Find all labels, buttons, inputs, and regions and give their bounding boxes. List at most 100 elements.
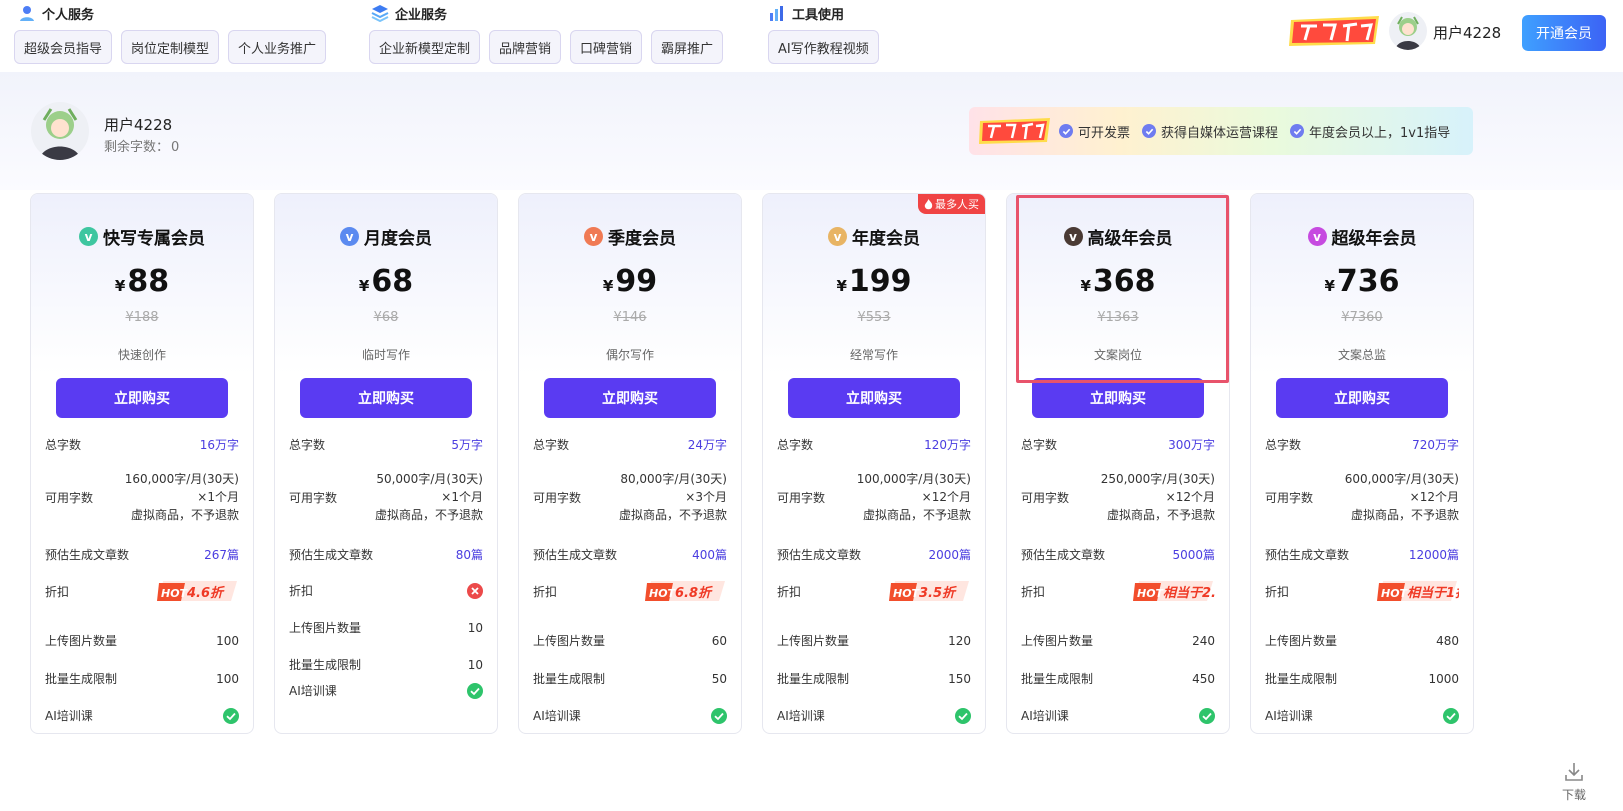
top-username[interactable]: 用户4228 — [1433, 22, 1501, 43]
row-batch: 批量生成限制 10 — [289, 656, 483, 673]
row-usable-words: 可用字数 50,000字/月(30天) ×1个月 虚拟商品，不予退款 — [289, 470, 483, 524]
row-images: 上传图片数量 480 — [1265, 632, 1459, 649]
plan-title: v 月度会员 — [275, 224, 497, 249]
row-discount: 折扣 — [289, 582, 483, 599]
row-articles: 预估生成文章数 5000篇 — [1021, 546, 1215, 563]
plan-price-value: 368 — [1092, 264, 1156, 299]
plan-usage: 临时写作 — [361, 348, 410, 362]
buy-now-button[interactable]: 立即购买 — [56, 378, 228, 418]
no-refund-note: 虚拟商品，不予退款 — [374, 508, 483, 522]
user-name: 用户4228 — [104, 116, 173, 134]
row-batch: 批量生成限制 150 — [777, 670, 971, 687]
nav-item-brand-marketing[interactable]: 品牌营销 — [489, 30, 562, 64]
currency-symbol: ¥ — [114, 277, 126, 295]
row-value: 5000篇 — [1172, 548, 1215, 562]
plan-card: v 季度会员 ¥99 ¥146 偶尔写作 立即购买 总字数 24万字 可用字数 80,000字/月… — [518, 193, 742, 734]
nav-item-super-guide[interactable]: 超级会员指导 — [14, 30, 113, 64]
nav-item-job-model[interactable]: 岗位定制模型 — [121, 30, 220, 64]
plan-card: v 快写专属会员 ¥88 ¥188 快速创作 立即购买 总字数 16万字 可用字数 160,000… — [30, 193, 254, 734]
row-label: AI培训课 — [533, 709, 581, 723]
benefit-text: 可开发票 — [1078, 125, 1131, 141]
fire-icon — [924, 198, 933, 209]
discount-text: 相当于1折 — [1407, 585, 1459, 601]
plan-card: v 超级年会员 ¥736 ¥7360 文案总监 立即购买 总字数 720万字 可用字数 600,0… — [1250, 193, 1474, 734]
row-label: 上传图片数量 — [1021, 634, 1094, 648]
buy-now-button[interactable]: 立即购买 — [1276, 378, 1448, 418]
row-label: 总字数 — [289, 438, 326, 452]
enterprise-layers-icon — [371, 5, 389, 22]
check-circle-icon — [711, 707, 727, 724]
row-label: 折扣 — [1265, 584, 1290, 599]
nav-item-wom-marketing[interactable]: 口碑营销 — [570, 30, 643, 64]
benefit-bar: 可开发票 获得自媒体运营课程 年度会员以上，1v1指导 — [969, 107, 1473, 155]
plan-price-value: 199 — [848, 264, 912, 299]
row-usable-words: 可用字数 160,000字/月(30天) ×1个月 虚拟商品，不予退款 — [45, 470, 239, 524]
no-refund-note: 虚拟商品，不予退款 — [862, 508, 971, 522]
nav-item-enterprise-model[interactable]: 企业新模型定制 — [369, 30, 481, 64]
row-label: AI培训课 — [1265, 709, 1313, 723]
row-label: 批量生成限制 — [289, 658, 362, 672]
plan-usage: 快速创作 — [117, 348, 166, 362]
plan-name: 年度会员 — [852, 229, 920, 249]
row-label: 预估生成文章数 — [1021, 548, 1106, 562]
benefit-text: 年度会员以上，1v1指导 — [1309, 125, 1451, 141]
no-refund-note: 虚拟商品，不予退款 — [1350, 508, 1459, 522]
plan-price: ¥88 — [31, 264, 253, 299]
row-images: 上传图片数量 240 — [1021, 632, 1215, 649]
nav-item-ai-tutorial[interactable]: AI写作教程视频 — [768, 30, 879, 64]
row-label: 可用字数 — [777, 490, 826, 505]
svg-text:HOT: HOT — [893, 587, 921, 600]
row-label: 预估生成文章数 — [1265, 548, 1350, 562]
download-button[interactable]: 下载 — [1549, 761, 1599, 803]
row-label: 折扣 — [289, 584, 314, 598]
row-label: 预估生成文章数 — [45, 548, 130, 562]
hot-discount-badge: HOT相当于2.7折 — [1133, 581, 1215, 601]
plan-card: v 月度会员 ¥68 ¥68 临时写作 立即购买 总字数 5万字 可用字数 50,000字/月(3… — [274, 193, 498, 734]
buy-now-button[interactable]: 立即购买 — [300, 378, 472, 418]
row-images: 上传图片数量 60 — [533, 632, 727, 649]
row-total-words: 总字数 120万字 — [777, 436, 971, 453]
row-articles: 预估生成文章数 400篇 — [533, 546, 727, 563]
svg-text:HOT: HOT — [649, 587, 677, 600]
row-label: 折扣 — [1021, 584, 1046, 599]
currency-symbol: ¥ — [836, 277, 847, 295]
row-label: 可用字数 — [1265, 490, 1314, 505]
nav-item-screen-promo[interactable]: 霸屏推广 — [651, 30, 724, 64]
limited-offer-badge[interactable] — [1287, 14, 1383, 48]
buy-now-button[interactable]: 立即购买 — [788, 378, 960, 418]
row-ai-course: AI培训课 — [289, 682, 483, 699]
row-value: 120万字 — [924, 438, 971, 452]
plan-name: 月度会员 — [364, 229, 432, 249]
nav-item-personal-promo[interactable]: 个人业务推广 — [228, 30, 327, 64]
plan-usage: 文案岗位 — [1093, 348, 1142, 362]
avatar[interactable] — [1389, 12, 1427, 50]
row-images: 上传图片数量 120 — [777, 632, 971, 649]
row-total-words: 总字数 5万字 — [289, 436, 483, 453]
plan-title: v 快写专属会员 — [31, 224, 253, 249]
usable-per-month: 160,000字/月(30天) — [124, 472, 239, 486]
row-images: 上传图片数量 100 — [45, 632, 239, 649]
row-label: 总字数 — [777, 438, 814, 452]
row-label: AI培训课 — [45, 709, 93, 723]
check-circle-icon — [467, 682, 483, 699]
benefit-text: 获得自媒体运营课程 — [1161, 125, 1279, 141]
row-articles: 预估生成文章数 267篇 — [45, 546, 239, 563]
no-refund-note: 虚拟商品，不予退款 — [618, 508, 727, 522]
plan-price-value: 99 — [615, 264, 658, 299]
row-ai-course: AI培训课 — [533, 707, 727, 724]
row-batch: 批量生成限制 100 — [45, 670, 239, 687]
row-label: 批量生成限制 — [1021, 672, 1094, 686]
open-vip-button[interactable]: 开通会员 — [1522, 15, 1606, 51]
row-value: 480 — [1436, 633, 1459, 648]
plan-price: ¥736 — [1251, 264, 1473, 299]
user-avatar — [31, 102, 89, 160]
plan-usage: 文案总监 — [1337, 348, 1386, 362]
row-value: 10 — [467, 657, 483, 672]
buy-now-button[interactable]: 立即购买 — [1032, 378, 1204, 418]
most-bought-tag: 最多人买 — [918, 194, 985, 214]
row-label: 预估生成文章数 — [533, 548, 618, 562]
row-value: 150 — [948, 671, 971, 686]
row-value: 400篇 — [692, 548, 727, 562]
buy-now-button[interactable]: 立即购买 — [544, 378, 716, 418]
row-label: 可用字数 — [289, 490, 338, 505]
